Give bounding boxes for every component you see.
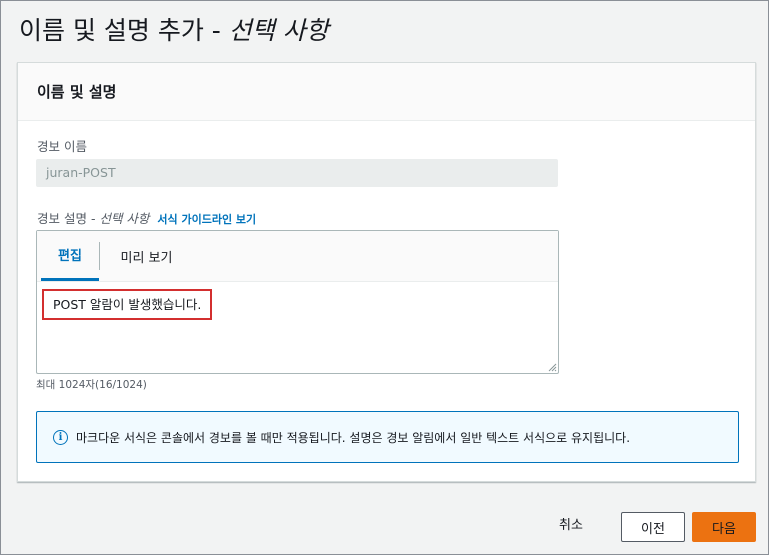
- info-alert: i 마크다운 서식은 콘솔에서 경보를 볼 때만 적용됩니다. 설명은 경보 알…: [36, 411, 739, 463]
- alarm-description-label: 경보 설명 - 선택 사항 서식 가이드라인 보기: [37, 208, 256, 227]
- name-description-panel: 이름 및 설명 경보 이름 juran-POST 경보 설명 - 선택 사항 서…: [17, 62, 756, 482]
- description-textarea[interactable]: POST 알람이 발생했습니다.: [37, 282, 558, 373]
- tab-divider: [99, 242, 100, 270]
- previous-button[interactable]: 이전: [621, 512, 685, 542]
- page-title-main: 이름 및 설명 추가 -: [19, 16, 229, 45]
- panel-header: 이름 및 설명: [18, 63, 755, 121]
- description-label-text: 경보 설명 -: [37, 211, 100, 226]
- page-title: 이름 및 설명 추가 - 선택 사항: [19, 11, 329, 47]
- editor-tabs: 편집 미리 보기: [37, 231, 558, 282]
- char-count: 최대 1024자(16/1024): [36, 379, 147, 391]
- info-icon: i: [53, 429, 68, 445]
- description-editor: 편집 미리 보기 POST 알람이 발생했습니다.: [36, 230, 559, 374]
- tab-preview[interactable]: 미리 보기: [109, 231, 184, 281]
- next-button[interactable]: 다음: [692, 512, 756, 542]
- tab-edit[interactable]: 편집: [41, 231, 99, 281]
- cancel-button[interactable]: 취소: [559, 514, 583, 533]
- page-title-optional: 선택 사항: [228, 16, 329, 45]
- resize-handle-icon[interactable]: [548, 363, 557, 372]
- format-guideline-link[interactable]: 서식 가이드라인 보기: [157, 213, 256, 226]
- info-text: 마크다운 서식은 콘솔에서 경보를 볼 때만 적용됩니다. 설명은 경보 알림에…: [76, 430, 631, 445]
- alarm-name-label: 경보 이름: [37, 139, 87, 154]
- description-label-optional: 선택 사항: [99, 211, 150, 226]
- alarm-name-field[interactable]: juran-POST: [36, 159, 558, 187]
- description-text: POST 알람이 발생했습니다.: [42, 289, 213, 320]
